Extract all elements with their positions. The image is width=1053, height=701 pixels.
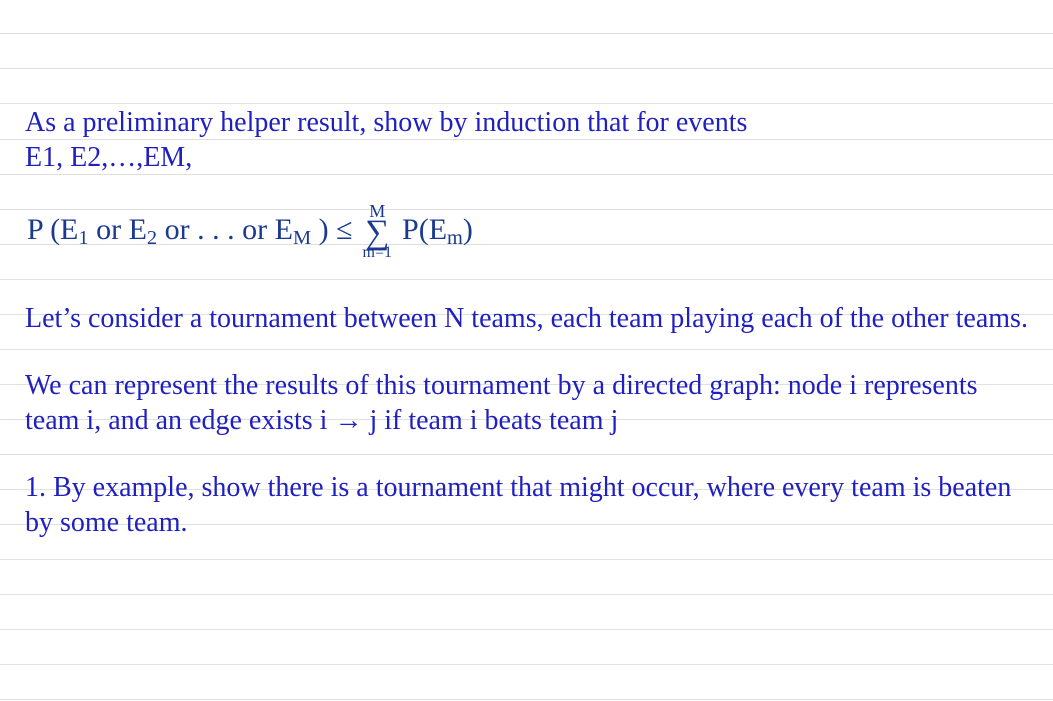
paragraph-question-1: 1. By example, show there is a tournamen… (25, 470, 1028, 540)
f-rhs-sub: m (447, 227, 463, 249)
f-rhs-prefix: P(E (402, 213, 447, 246)
f-ordots: or . . . or E (157, 213, 293, 246)
text-line-2: E1, E2,…,EM, (25, 142, 192, 173)
probability-inequality-formula: P (E1 or E2 or . . . or EM ) ≤ M ∑ m=1 P… (25, 203, 1028, 261)
f-subM: M (293, 227, 311, 249)
formula-lhs: P (E1 or E2 or . . . or EM ) ≤ (27, 213, 353, 250)
f-sub2: 2 (147, 227, 157, 249)
formula-rhs: P(Em) (402, 213, 473, 250)
f-rhs-close: ) (463, 213, 473, 246)
f-close-le: ) ≤ (311, 213, 352, 246)
paragraph-preliminary: As a preliminary helper result, show by … (25, 105, 1028, 175)
f-or1: or E (89, 213, 147, 246)
sigma-symbol: ∑ (365, 219, 389, 246)
text-line-1: As a preliminary helper result, show by … (25, 107, 747, 138)
f-sub1: 1 (78, 227, 88, 249)
f-prefix: P (E (27, 213, 78, 246)
sigma-lower: m=1 (363, 246, 392, 260)
paragraph-tournament-intro: Let’s consider a tournament between N te… (25, 301, 1028, 336)
document-content: As a preliminary helper result, show by … (25, 105, 1028, 540)
sigma-summation: M ∑ m=1 (363, 203, 392, 261)
paragraph-directed-graph: We can represent the results of this tou… (25, 368, 1028, 438)
